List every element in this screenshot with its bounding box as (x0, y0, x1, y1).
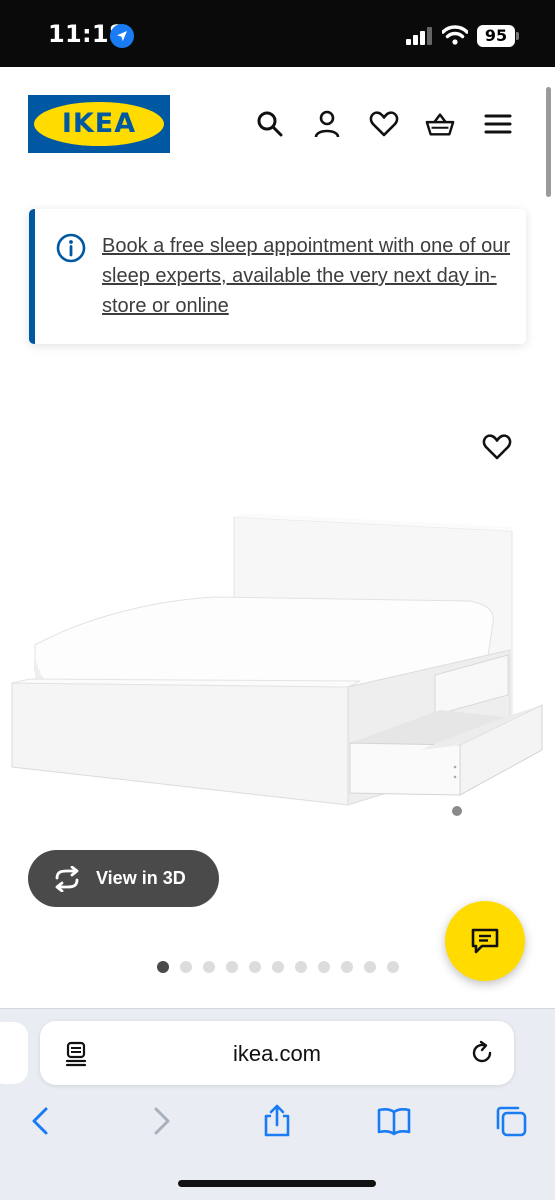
site-header: IKEA (0, 67, 555, 177)
favourites-icon[interactable] (369, 109, 399, 139)
home-indicator[interactable] (178, 1180, 376, 1187)
chat-icon (471, 928, 499, 954)
account-icon[interactable] (312, 109, 342, 139)
info-icon (56, 233, 86, 263)
cellular-signal-icon (406, 27, 432, 45)
address-bar[interactable]: ikea.com (40, 1021, 514, 1085)
url-text[interactable]: ikea.com (40, 1041, 514, 1067)
status-bar: 11:18 95 (0, 0, 555, 67)
location-icon (110, 24, 134, 48)
carousel-dot[interactable] (249, 961, 261, 973)
product-image-bed[interactable] (0, 505, 555, 835)
page: 11:18 95 IKEA Book a free sleep appointm… (0, 0, 555, 1200)
rotate-3d-icon (55, 866, 79, 892)
sleep-appointment-notice[interactable]: Book a free sleep appointment with one o… (29, 209, 526, 344)
scroll-indicator[interactable] (546, 87, 551, 197)
menu-icon[interactable] (483, 109, 513, 139)
carousel-dot[interactable] (387, 961, 399, 973)
reload-icon[interactable] (469, 1040, 495, 1066)
wifi-icon (442, 25, 468, 45)
carousel-dot[interactable] (295, 961, 307, 973)
carousel-dot[interactable] (157, 961, 169, 973)
previous-tab-peek[interactable] (0, 1022, 28, 1084)
basket-icon[interactable] (425, 109, 455, 139)
view-in-3d-button[interactable]: View in 3D (28, 850, 219, 907)
share-icon[interactable] (260, 1104, 294, 1138)
back-icon[interactable] (24, 1104, 58, 1138)
carousel-dot[interactable] (364, 961, 376, 973)
forward-icon[interactable] (144, 1104, 178, 1138)
carousel-dot[interactable] (226, 961, 238, 973)
carousel-dot[interactable] (272, 961, 284, 973)
bookmarks-icon[interactable] (377, 1104, 411, 1138)
view-in-3d-label: View in 3D (96, 868, 186, 888)
browser-toolbar: ikea.com (0, 1008, 555, 1200)
ikea-logo[interactable]: IKEA (28, 95, 170, 153)
search-icon[interactable] (255, 109, 285, 139)
carousel-pagination (157, 961, 399, 973)
carousel-dot[interactable] (180, 961, 192, 973)
carousel-dot[interactable] (203, 961, 215, 973)
logo-text: IKEA (61, 108, 137, 139)
chat-button[interactable] (445, 901, 525, 981)
carousel-dot[interactable] (318, 961, 330, 973)
tabs-icon[interactable] (494, 1104, 528, 1138)
battery-tip (516, 32, 519, 40)
favourite-product-icon[interactable] (482, 432, 512, 462)
notice-link[interactable]: Book a free sleep appointment with one o… (102, 231, 512, 321)
battery-indicator: 95 (477, 25, 515, 47)
carousel-dot[interactable] (341, 961, 353, 973)
